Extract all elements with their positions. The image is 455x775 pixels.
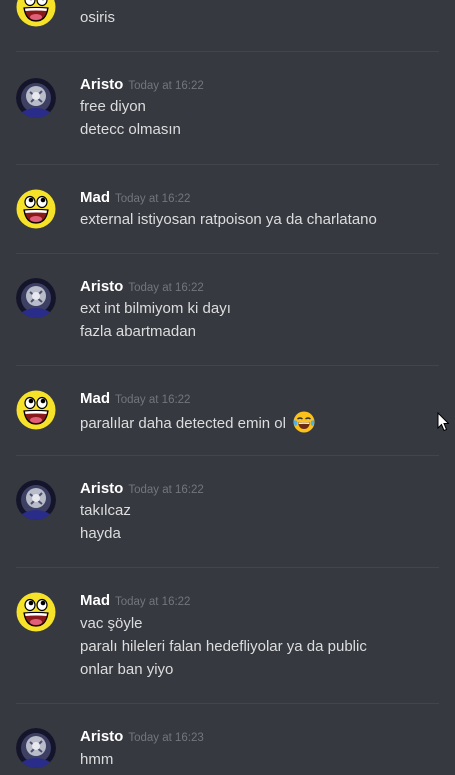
timestamp: Today at 16:23 — [128, 732, 204, 744]
joy-emoji-icon[interactable] — [293, 411, 315, 433]
message-header: Aristo Today at 16:22 — [80, 75, 204, 95]
aristo-avatar-icon — [16, 278, 56, 318]
chat-messages: osiris Aristo Today at 16:22 free diyon d… — [0, 0, 455, 775]
message-header: Mad Today at 16:22 — [80, 188, 190, 208]
message-divider — [16, 51, 439, 52]
message-text: free diyon — [80, 98, 146, 115]
message-text: onlar ban yiyo — [80, 661, 174, 678]
aristo-avatar-icon — [16, 480, 56, 520]
awesome-face-icon — [16, 189, 56, 229]
message-text: fazla abartmadan — [80, 323, 196, 340]
awesome-face-icon — [16, 390, 56, 430]
avatar-aristo[interactable] — [16, 78, 56, 118]
author-name[interactable]: Mad — [80, 189, 110, 206]
message-text: vac şöyle — [80, 615, 143, 632]
message-header: Mad Today at 16:22 — [80, 591, 190, 611]
awesome-face-icon — [16, 0, 56, 27]
message-header: Aristo Today at 16:22 — [80, 479, 204, 499]
author-name[interactable]: Aristo — [80, 728, 123, 745]
message-divider — [16, 365, 439, 366]
message-text-row: paralılar daha detected emin ol — [80, 411, 315, 434]
mouse-cursor-icon — [437, 412, 449, 432]
author-name[interactable]: Aristo — [80, 76, 123, 93]
message-divider — [16, 567, 439, 568]
message-text: hmm — [80, 751, 114, 768]
message-text: ext int bilmiyom ki dayı — [80, 300, 231, 317]
timestamp: Today at 16:22 — [115, 193, 191, 205]
awesome-face-icon — [16, 592, 56, 632]
avatar-mad[interactable] — [16, 592, 56, 632]
avatar-aristo[interactable] — [16, 728, 56, 768]
message-divider — [16, 253, 439, 254]
message-header: Aristo Today at 16:22 — [80, 277, 204, 297]
timestamp: Today at 16:22 — [115, 394, 191, 406]
author-name[interactable]: Mad — [80, 592, 110, 609]
message-text: paralılar daha detected emin ol — [80, 415, 286, 432]
avatar-aristo[interactable] — [16, 480, 56, 520]
timestamp: Today at 16:22 — [128, 80, 204, 92]
message-divider — [16, 703, 439, 704]
message-header: Aristo Today at 16:23 — [80, 727, 204, 747]
aristo-avatar-icon — [16, 728, 56, 768]
author-name[interactable]: Mad — [80, 390, 110, 407]
message-text: paralı hileleri falan hedefliyolar ya da… — [80, 638, 367, 655]
message-text: osiris — [80, 9, 116, 26]
message-header: Mad Today at 16:22 — [80, 389, 190, 409]
timestamp: Today at 16:22 — [128, 282, 204, 294]
message-text: takılcaz — [80, 502, 131, 519]
message-text: detecc olmasın — [80, 121, 181, 138]
aristo-avatar-icon — [16, 78, 56, 118]
avatar-mad[interactable] — [16, 189, 56, 229]
avatar-mad[interactable] — [16, 390, 56, 430]
message-text: external istiyosan ratpoison ya da charl… — [80, 211, 377, 228]
author-name[interactable]: Aristo — [80, 278, 123, 295]
author-name[interactable]: Aristo — [80, 480, 123, 497]
message-text: hayda — [80, 525, 121, 542]
avatar-mad[interactable] — [16, 0, 56, 27]
avatar-aristo[interactable] — [16, 278, 56, 318]
timestamp: Today at 16:22 — [115, 596, 191, 608]
timestamp: Today at 16:22 — [128, 484, 204, 496]
message-divider — [16, 455, 439, 456]
message-divider — [16, 164, 439, 165]
